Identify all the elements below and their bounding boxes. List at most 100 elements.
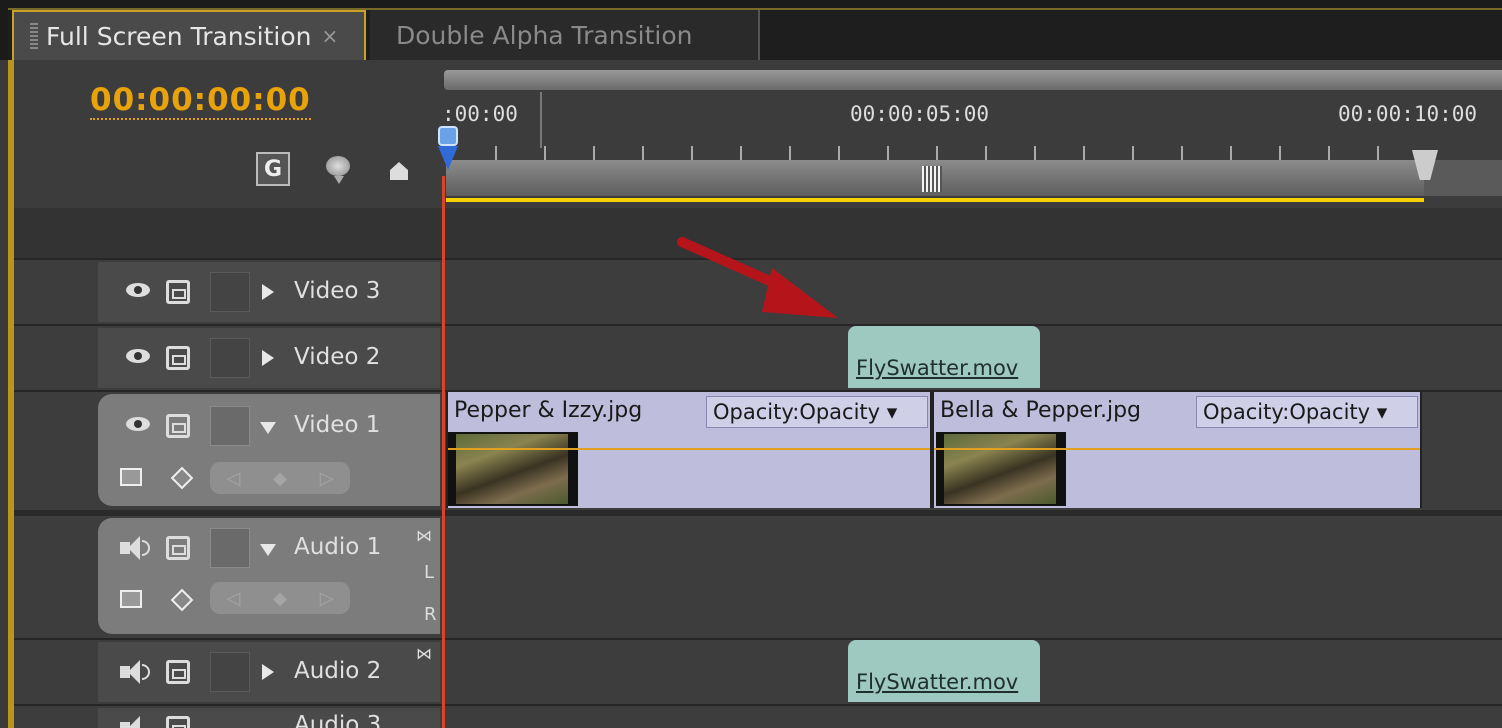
- expand-track-icon[interactable]: [262, 284, 274, 300]
- add-keyframe-icon[interactable]: ◆: [273, 588, 287, 609]
- eye-icon[interactable]: [124, 282, 154, 300]
- snap-icon[interactable]: G: [256, 152, 290, 186]
- clip-bella-pepper[interactable]: Bella & Pepper.jpg Opacity:Opacity ▾: [932, 392, 1422, 508]
- expand-track-icon[interactable]: [262, 350, 274, 366]
- track-name: Audio 3: [294, 712, 382, 728]
- set-encore-marker-icon[interactable]: [384, 152, 418, 186]
- playhead-line[interactable]: [442, 176, 445, 728]
- opacity-dropdown[interactable]: Opacity:Opacity ▾: [706, 396, 928, 428]
- eye-icon[interactable]: [124, 416, 154, 434]
- sync-lock-icon[interactable]: [166, 346, 190, 370]
- ruler-major-tick: [540, 92, 542, 148]
- track-header-audio2: Audio 2 ⋈: [98, 642, 440, 702]
- tab-grip-icon[interactable]: [30, 23, 38, 49]
- collapse-track-icon[interactable]: [260, 422, 276, 434]
- work-area-line: [446, 198, 1424, 202]
- ruler-label-0: :00:00: [442, 102, 518, 126]
- ruler-tick: [1132, 146, 1134, 160]
- keyframe-navigator: ◁ ◆ ▷: [210, 582, 350, 614]
- opacity-dropdown[interactable]: Opacity:Opacity ▾: [1196, 396, 1418, 428]
- ruler-tick: [691, 146, 693, 160]
- speaker-icon[interactable]: [120, 536, 150, 560]
- ruler-tick: [593, 146, 595, 160]
- marker-tail: [334, 176, 344, 184]
- bowtie-icon: ⋈: [416, 526, 432, 545]
- track-name: Video 3: [294, 278, 381, 304]
- ruler-tick: [1377, 146, 1379, 160]
- channel-right-label: R: [424, 604, 437, 625]
- clip-title: Bella & Pepper.jpg: [940, 398, 1142, 423]
- marker-circle: [326, 156, 350, 176]
- clip-flyswatter-video[interactable]: FlySwatter.mov: [848, 326, 1040, 388]
- display-style-icon[interactable]: [120, 468, 142, 486]
- track-name: Video 2: [294, 344, 381, 370]
- track-header-audio3: Audio 3: [98, 708, 440, 728]
- bowtie-icon: ⋈: [416, 644, 432, 663]
- track-lock-toggle[interactable]: [210, 272, 250, 312]
- tab-close-icon[interactable]: ×: [322, 24, 339, 48]
- ruler-tick: [740, 146, 742, 160]
- tab-label: Double Alpha Transition: [396, 20, 693, 50]
- ruler-tick: [887, 146, 889, 160]
- speaker-cone: [128, 536, 140, 560]
- track-lock-toggle[interactable]: [210, 652, 250, 692]
- next-keyframe-icon[interactable]: ▷: [320, 588, 334, 609]
- playhead-cap: [438, 126, 458, 146]
- marker-shape: [390, 162, 408, 180]
- thumbnail-image: [944, 434, 1056, 504]
- sync-lock-icon[interactable]: [166, 414, 190, 438]
- collapse-track-icon[interactable]: [260, 544, 276, 556]
- track-header-audio1: Audio 1 ⋈ L R ◁ ◆ ▷: [98, 518, 440, 634]
- annotation-arrow: [677, 237, 838, 318]
- speaker-cone: [128, 716, 140, 728]
- ruler-tick: [1279, 146, 1281, 160]
- sync-lock-icon[interactable]: [166, 716, 190, 728]
- track-name: Video 1: [294, 412, 381, 438]
- keyframe-navigator: ◁ ◆ ▷: [210, 462, 350, 494]
- clip-flyswatter-audio[interactable]: FlySwatter.mov: [848, 640, 1040, 702]
- track-lock-toggle[interactable]: [210, 528, 250, 568]
- tab-double-alpha-transition[interactable]: Double Alpha Transition: [370, 10, 760, 60]
- tab-label: Full Screen Transition: [46, 21, 312, 51]
- ruler-tick: [1083, 146, 1085, 160]
- tab-full-screen-transition[interactable]: Full Screen Transition ×: [12, 10, 366, 60]
- prev-keyframe-icon[interactable]: ◁: [226, 588, 240, 609]
- next-keyframe-icon[interactable]: ▷: [320, 468, 334, 489]
- current-timecode[interactable]: 00:00:00:00: [90, 82, 311, 120]
- ruler-tick: [936, 146, 938, 160]
- ruler-tick: [789, 146, 791, 160]
- sync-lock-icon[interactable]: [166, 536, 190, 560]
- ruler-label-5s: 00:00:05:00: [850, 102, 990, 126]
- track-lock-toggle[interactable]: [210, 406, 250, 446]
- add-keyframe-icon[interactable]: ◆: [273, 468, 287, 489]
- sync-lock-icon[interactable]: [166, 660, 190, 684]
- speaker-cone: [128, 660, 140, 684]
- playhead-pointer: [438, 146, 458, 170]
- eye-icon[interactable]: [124, 348, 154, 366]
- ruler-tick: [1181, 146, 1183, 160]
- zoom-handle-icon[interactable]: [922, 166, 942, 192]
- playhead-icon[interactable]: [436, 126, 460, 176]
- opacity-rubber-band[interactable]: [448, 448, 930, 450]
- thumbnail-image: [456, 434, 568, 504]
- expand-track-icon[interactable]: [262, 664, 274, 680]
- track-name: Audio 2: [294, 658, 382, 684]
- clip-thumbnail: [448, 432, 578, 506]
- set-marker-icon[interactable]: [322, 152, 356, 186]
- opacity-rubber-band[interactable]: [934, 448, 1420, 450]
- sync-lock-icon[interactable]: [166, 280, 190, 304]
- track-header-video1: Video 1 ◁ ◆ ▷: [98, 394, 440, 506]
- track-lock-toggle[interactable]: [210, 338, 250, 378]
- display-waveform-icon[interactable]: [120, 590, 142, 608]
- speaker-icon[interactable]: [120, 716, 150, 728]
- ruler-tick: [985, 146, 987, 160]
- show-keyframes-icon[interactable]: [170, 466, 194, 490]
- speaker-icon[interactable]: [120, 660, 150, 684]
- show-keyframes-icon[interactable]: [170, 588, 194, 612]
- ruler-tick: [1034, 146, 1036, 160]
- ruler-tick: [642, 146, 644, 160]
- work-area-bar[interactable]: [444, 70, 1502, 90]
- channel-left-label: L: [424, 562, 435, 583]
- prev-keyframe-icon[interactable]: ◁: [226, 468, 240, 489]
- clip-pepper-izzy[interactable]: Pepper & Izzy.jpg Opacity:Opacity ▾: [446, 392, 932, 508]
